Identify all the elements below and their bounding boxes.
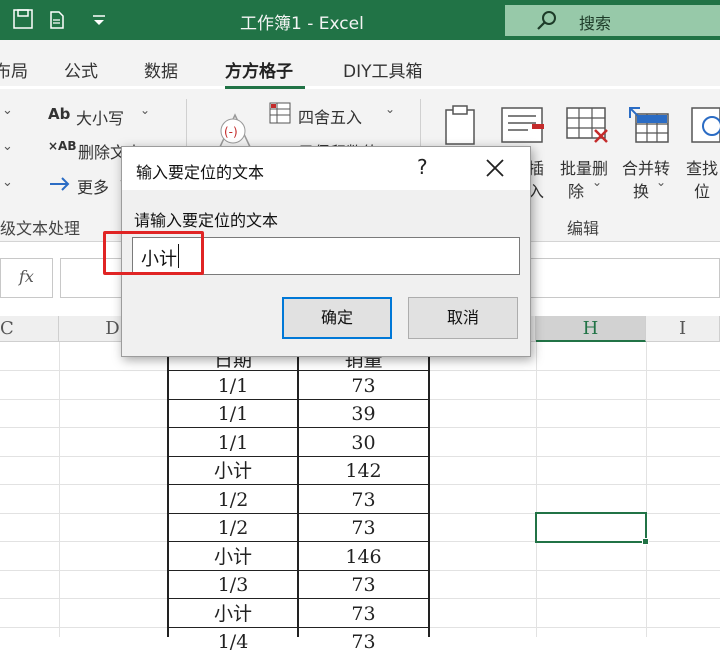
chevron-down-icon[interactable]: ⌄	[2, 139, 13, 154]
close-icon[interactable]	[482, 155, 508, 181]
search-icon	[537, 11, 556, 30]
table-cell[interactable]: 1/2	[169, 514, 297, 542]
arrow-right-icon	[50, 177, 70, 191]
table-cell[interactable]: 小计	[169, 543, 297, 571]
delete-text-icon: ×AB	[48, 139, 77, 153]
table-cell[interactable]: 1/1	[169, 400, 297, 428]
table-cell[interactable]: 39	[299, 400, 428, 428]
table-cell[interactable]: 小计	[169, 457, 297, 485]
table-cell[interactable]: 1/4	[169, 628, 297, 656]
gridline	[59, 342, 60, 637]
clipboard-icon[interactable]	[440, 104, 480, 146]
table-cell[interactable]: 73	[299, 372, 428, 400]
column-header-i[interactable]: I	[646, 316, 720, 342]
ribbon-tabs: 布局 公式 数据 方方格子 DIY工具箱	[0, 40, 720, 86]
chevron-down-icon: ⌄	[140, 103, 151, 117]
insert-function-button[interactable]: fx	[0, 258, 53, 298]
column-header-h[interactable]: H	[536, 316, 646, 342]
dialog-prompt: 请输入要定位的文本	[134, 211, 279, 230]
tab-layout[interactable]: 布局	[0, 57, 28, 82]
table-border	[428, 342, 430, 637]
locate-text-dialog: 输入要定位的文本 ? 请输入要定位的文本 小计 确定 取消	[103, 146, 531, 357]
table-cell[interactable]: 1/2	[169, 486, 297, 514]
table-cell[interactable]: 1/1	[169, 372, 297, 400]
table-cell[interactable]: 1/1	[169, 429, 297, 457]
table-cell[interactable]: 1/3	[169, 571, 297, 599]
search-box[interactable]: 搜索	[505, 5, 720, 36]
search-label: 搜索	[579, 14, 612, 33]
undo-icon[interactable]	[45, 8, 67, 30]
gridline	[646, 342, 647, 637]
cancel-button[interactable]: 取消	[408, 297, 518, 339]
find-locate-label-2[interactable]: 位	[694, 178, 710, 202]
gridline	[536, 342, 537, 637]
chevron-down-icon: ⌄	[656, 175, 667, 189]
group-label-text: 级文本处理	[0, 219, 81, 238]
tab-diy-toolbox[interactable]: DIY工具箱	[343, 57, 423, 82]
save-icon[interactable]	[12, 8, 34, 30]
merge-convert-icon[interactable]	[626, 104, 672, 146]
merge-convert-label-2[interactable]: 换	[633, 178, 649, 202]
table-cell[interactable]: 73	[299, 514, 428, 542]
find-locate-icon[interactable]	[690, 104, 720, 146]
annotation-highlight-box	[103, 231, 204, 275]
tab-data[interactable]: 数据	[144, 57, 178, 82]
help-button[interactable]: ?	[417, 155, 428, 179]
svg-text:(-): (-)	[224, 125, 238, 139]
table-cell[interactable]: 73	[299, 486, 428, 514]
find-locate-label[interactable]: 查找	[686, 155, 718, 179]
batch-delete-icon[interactable]	[565, 104, 611, 146]
table-cell[interactable]: 小计	[169, 600, 297, 628]
batch-delete-label-2[interactable]: 除	[568, 178, 584, 202]
case-button[interactable]: 大小写	[76, 105, 124, 129]
tab-fangfang[interactable]: 方方格子	[225, 57, 293, 82]
table-cell[interactable]: 73	[299, 628, 428, 656]
case-icon: Ab	[48, 105, 71, 123]
fx-icon: fx	[19, 267, 34, 286]
chevron-down-icon: ⌄	[592, 175, 603, 189]
window-title: 工作簿1 - Excel	[240, 14, 364, 34]
chevron-down-icon: ⌄	[385, 102, 396, 116]
table-cell[interactable]: 73	[299, 600, 428, 628]
dialog-titlebar[interactable]: 输入要定位的文本 ?	[122, 147, 530, 190]
customize-qat-icon[interactable]	[88, 8, 110, 30]
table-cell[interactable]: 142	[299, 457, 428, 485]
number-format-icon[interactable]: (-)	[215, 109, 255, 151]
table-cell[interactable]: 146	[299, 543, 428, 571]
round-button[interactable]: 四舍五入	[298, 104, 362, 128]
chevron-down-icon[interactable]: ⌄	[2, 175, 13, 190]
active-cell[interactable]	[535, 512, 647, 543]
column-header-c[interactable]: C	[0, 316, 59, 342]
tab-formulas[interactable]: 公式	[64, 57, 98, 82]
fill-handle[interactable]	[642, 538, 649, 545]
table-cell[interactable]: 30	[299, 429, 428, 457]
more-button[interactable]: 更多	[77, 174, 109, 198]
insert-icon[interactable]	[500, 104, 546, 146]
title-bar: 工作簿1 - Excel 搜索	[0, 0, 720, 40]
round-icon	[269, 102, 291, 124]
table-cell[interactable]: 73	[299, 571, 428, 599]
ok-button[interactable]: 确定	[282, 297, 392, 339]
chevron-down-icon[interactable]: ⌄	[2, 103, 13, 118]
dialog-title: 输入要定位的文本	[136, 163, 265, 182]
group-label-edit: 编辑	[567, 219, 600, 238]
